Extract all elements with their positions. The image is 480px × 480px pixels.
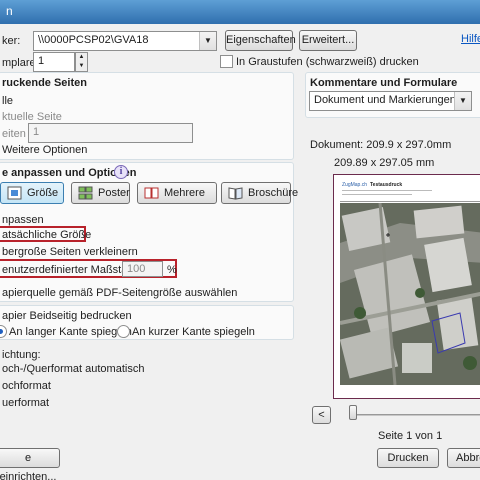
custom-scale-value: 100 bbox=[127, 263, 146, 275]
tab-multiple[interactable]: Mehrere bbox=[137, 182, 217, 204]
duplex-option[interactable]: apier Beidseitig bedrucken bbox=[2, 310, 132, 322]
window-title: n bbox=[6, 4, 13, 18]
tab-booklet-label: Broschüre bbox=[248, 187, 299, 199]
pages-current-label: ktuelle Seite bbox=[2, 111, 62, 123]
page-slider-thumb[interactable] bbox=[349, 405, 357, 420]
properties-button[interactable]: Eigenschaften bbox=[225, 30, 296, 51]
help-link[interactable]: Hilfe bbox=[461, 33, 480, 45]
shrink-option[interactable]: bergroße Seiten verkleinern bbox=[2, 246, 138, 258]
multiple-pages-icon bbox=[144, 187, 159, 199]
comments-select[interactable]: Dokument und Markierungen ▼ bbox=[309, 91, 472, 111]
window-titlebar: n bbox=[0, 0, 480, 24]
advanced-button[interactable]: Erweitert... bbox=[299, 30, 357, 51]
orientation-landscape-option[interactable]: uerformat bbox=[2, 397, 49, 409]
tab-size[interactable]: Größe bbox=[0, 182, 64, 204]
booklet-icon bbox=[228, 187, 243, 200]
aerial-map-image bbox=[340, 203, 480, 385]
tab-poster-label: Poster bbox=[98, 187, 130, 199]
short-edge-radio[interactable] bbox=[117, 325, 130, 338]
map-header: ZugMap.ch Testausdruck bbox=[340, 180, 480, 202]
long-edge-label: An langer Kante spiegeln bbox=[9, 326, 132, 338]
print-button[interactable]: Drucken bbox=[377, 448, 439, 468]
orientation-portrait-option[interactable]: ochformat bbox=[2, 380, 51, 392]
pages-range-input[interactable]: 1 bbox=[28, 123, 193, 143]
page-size: 209.89 x 297.05 mm bbox=[334, 157, 435, 169]
pages-all-label: lle bbox=[2, 95, 14, 107]
custom-scale-option[interactable]: enutzerdefinierter Maßstab: bbox=[2, 264, 137, 276]
grayscale-label: In Graustufen (schwarzweiß) drucken bbox=[236, 56, 419, 68]
page-slider-track[interactable] bbox=[352, 414, 480, 416]
tab-size-label: Größe bbox=[27, 187, 59, 199]
comments-heading: Kommentare und Formulare bbox=[310, 77, 458, 89]
pages-range-value: 1 bbox=[33, 126, 40, 138]
paper-source-option[interactable]: apierquelle gemäß PDF-Seitengröße auswäh… bbox=[2, 287, 237, 299]
custom-scale-input[interactable]: 100 bbox=[122, 261, 163, 277]
tab-poster[interactable]: Poster bbox=[71, 182, 130, 204]
printer-value: \\0000PCSP02\GVA18 bbox=[38, 34, 149, 46]
pages-heading: ruckende Seiten bbox=[2, 77, 87, 89]
printer-label: ker: bbox=[2, 35, 21, 47]
document-size: Dokument: 209.9 x 297.0mm bbox=[310, 139, 452, 151]
page-indicator: Seite 1 von 1 bbox=[378, 430, 443, 442]
orientation-auto-option[interactable]: och-/Querformat automatisch bbox=[2, 363, 144, 375]
map-header-title: Testausdruck bbox=[370, 182, 403, 188]
grayscale-checkbox[interactable] bbox=[220, 55, 233, 68]
fit-option[interactable]: npassen bbox=[2, 214, 44, 226]
tab-booklet[interactable]: Broschüre bbox=[221, 182, 298, 204]
page-setup-button[interactable]: e einrichten... bbox=[0, 448, 60, 480]
pages-range-label: eiten bbox=[2, 128, 26, 140]
size-icon bbox=[7, 186, 22, 200]
comments-value: Dokument und Markierungen bbox=[314, 94, 456, 106]
chevron-down-icon[interactable]: ▼ bbox=[199, 32, 216, 50]
map-header-logo: ZugMap.ch bbox=[342, 182, 368, 188]
printer-select[interactable]: \\0000PCSP02\GVA18 ▼ bbox=[33, 31, 217, 51]
actual-size-option[interactable]: atsächliche Größe bbox=[2, 229, 91, 241]
info-icon[interactable]: i bbox=[114, 165, 128, 179]
cancel-button[interactable]: Abbre bbox=[447, 448, 480, 468]
previous-page-button[interactable]: < bbox=[312, 406, 331, 424]
tab-multiple-label: Mehrere bbox=[164, 187, 205, 199]
map-header-line bbox=[342, 190, 432, 191]
map-header-line bbox=[342, 194, 412, 195]
copies-value: 1 bbox=[38, 55, 45, 67]
orientation-heading: ichtung: bbox=[2, 349, 41, 361]
short-edge-label: An kurzer Kante spiegeln bbox=[132, 326, 255, 338]
poster-icon bbox=[78, 186, 93, 200]
chevron-down-icon[interactable]: ▼ bbox=[454, 92, 471, 110]
copies-stepper[interactable]: ▲ ▼ bbox=[75, 52, 88, 72]
more-options-toggle[interactable]: Weitere Optionen bbox=[2, 144, 87, 156]
copies-input[interactable]: 1 bbox=[33, 52, 75, 72]
percent-label: % bbox=[167, 264, 177, 276]
